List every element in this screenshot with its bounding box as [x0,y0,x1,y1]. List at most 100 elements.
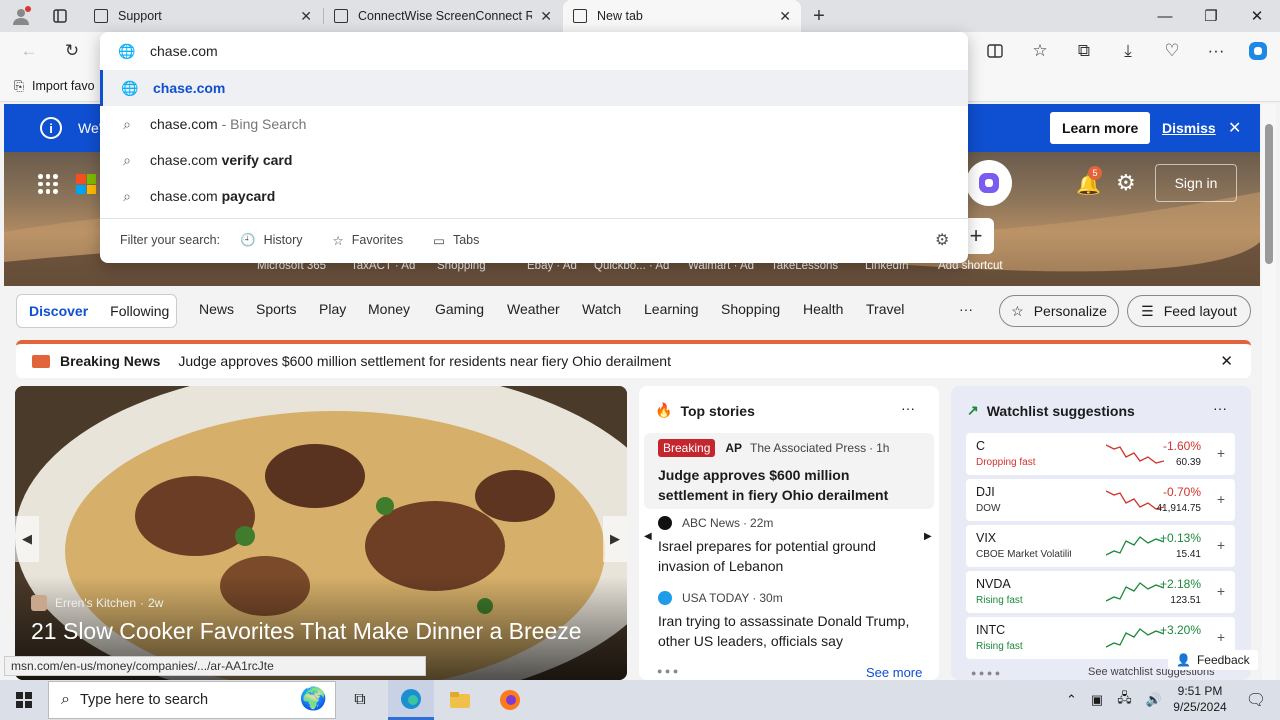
browser-essentials-button[interactable]: ♡ [1157,36,1187,66]
notification-center-button[interactable]: 🗨 [1236,680,1276,720]
search-settings-button[interactable]: ⚙ [935,230,949,250]
sign-in-button[interactable]: Sign in [1155,164,1237,202]
more-options-icon[interactable]: ··· [901,400,915,416]
close-window-button[interactable]: ✕ [1234,0,1280,32]
feed-layout-label: Feed layout [1163,303,1237,319]
favorites-button[interactable]: ☆ [1025,36,1055,66]
import-favorites-label: Import favo [32,79,95,93]
story-source: USA TODAY [682,591,750,605]
split-screen-button[interactable] [980,36,1010,66]
breaking-news-bar[interactable]: Breaking News Judge approves $600 millio… [16,340,1251,378]
learn-more-button[interactable]: Learn more [1050,112,1151,144]
close-icon[interactable]: ✕ [1220,352,1233,370]
page-icon [334,9,348,23]
copilot-button[interactable] [1243,36,1273,66]
close-banner-icon[interactable]: ✕ [1228,118,1241,138]
nav-gaming[interactable]: Gaming [435,301,484,317]
close-tab-icon[interactable]: ✕ [779,8,791,25]
split-screen-icon [987,44,1003,58]
tab-new-tab[interactable]: New tab ✕ [563,0,801,32]
profile-avatar[interactable] [10,5,32,27]
info-banner-text: We' [78,120,102,136]
main-story-card[interactable]: ◀ ▶ Erren's Kitchen · 2w 21 Slow Cooker … [15,386,627,680]
carousel-prev-button[interactable]: ◀ [15,516,39,562]
close-tab-icon[interactable]: ✕ [300,8,312,25]
story-item[interactable]: ABC News · 22m Israel prepares for potenti… [658,516,920,576]
device-icon[interactable]: ▣ [1091,692,1103,708]
watchlist-item[interactable]: NVDA Rising fast +2.18% 123.51 + [966,571,1235,613]
new-tab-button[interactable]: + [808,4,830,28]
app-launcher-icon[interactable] [38,174,58,194]
carousel-next-button[interactable]: ▶ [603,516,627,562]
refresh-button[interactable]: ↻ [57,36,87,66]
nav-more-button[interactable]: ··· [959,301,973,317]
see-more-link[interactable]: See more [866,665,922,680]
edge-taskbar-button[interactable] [388,680,434,720]
nav-money[interactable]: Money [368,301,410,317]
tab-connectwise[interactable]: ConnectWise ScreenConnect Re ✕ [324,0,562,32]
suggestion-verify-card[interactable]: ⌕ chase.com verify card [100,142,968,178]
nav-watch[interactable]: Watch [582,301,621,317]
back-button[interactable]: ← [14,36,44,66]
taskbar-search[interactable]: ⌕ Type here to search 🌍 [48,681,336,719]
tab-discover[interactable]: Discover [29,303,88,319]
nav-health[interactable]: Health [803,301,843,317]
suggestion-url[interactable]: 🌐 chase.com [100,70,968,106]
address-bar-input[interactable]: 🌐 chase.com [100,33,968,69]
tabs-icon: ▭ [433,233,445,248]
minimize-button[interactable]: — [1142,0,1188,32]
suggestion-paycard[interactable]: ⌕ chase.com paycard [100,178,968,214]
next-arrow-icon[interactable]: ▶ [924,531,932,542]
restore-button[interactable]: ❐ [1188,0,1234,32]
page-settings-button[interactable]: ⚙ [1116,170,1136,196]
personalize-button[interactable]: ☆ Personalize [999,295,1119,327]
watchlist-item[interactable]: DJI DOW -0.70% 41,914.75 + [966,479,1235,521]
add-to-watchlist-icon[interactable]: + [1217,629,1225,645]
import-favorites-button[interactable]: ⎘ Import favo [14,76,95,96]
watchlist-item[interactable]: C Dropping fast -1.60% 60.39 + [966,433,1235,475]
nav-sports[interactable]: Sports [256,301,296,317]
nav-travel[interactable]: Travel [866,301,904,317]
add-to-watchlist-icon[interactable]: + [1217,445,1225,461]
clock[interactable]: 9:51 PM 9/25/2024 [1160,683,1240,715]
add-to-watchlist-icon[interactable]: + [1217,491,1225,507]
start-button[interactable] [0,680,48,720]
network-icon[interactable]: 🖧 [1117,689,1132,711]
nav-shopping[interactable]: Shopping [721,301,780,317]
nav-learning[interactable]: Learning [644,301,699,317]
more-options-icon[interactable]: ··· [1213,400,1227,416]
collections-button[interactable]: ⧉ [1069,36,1099,66]
tab-following[interactable]: Following [110,303,169,319]
search-highlight-icon: 🌍 [299,686,327,711]
nav-play[interactable]: Play [319,301,346,317]
settings-menu-button[interactable]: ··· [1201,36,1231,66]
nav-news[interactable]: News [199,301,234,317]
suggestion-bing-search[interactable]: ⌕ chase.com - Bing Search [100,106,968,142]
sparkline-chart [1106,628,1164,648]
file-explorer-button[interactable] [438,680,482,720]
story-item[interactable]: USA TODAY · 30m Iran trying to assassinate… [658,591,920,651]
filter-history[interactable]: 🕘 History [240,233,302,248]
tab-actions-button[interactable] [50,6,70,26]
chevron-up-icon[interactable]: ⌃ [1066,692,1077,708]
nav-weather[interactable]: Weather [507,301,560,317]
copilot-shortcut[interactable] [966,160,1012,206]
add-to-watchlist-icon[interactable]: + [1217,537,1225,553]
task-view-button[interactable]: ⧉ [340,680,380,720]
feedback-button[interactable]: 👤 Feedback [1168,650,1258,670]
scrollbar-thumb[interactable] [1265,124,1273,264]
firefox-button[interactable] [488,680,532,720]
add-to-watchlist-icon[interactable]: + [1217,583,1225,599]
feed-layout-button[interactable]: ☰ Feed layout [1127,295,1251,327]
story-item[interactable]: Breaking AP The Associated Press · 1h Ju… [644,433,934,509]
filter-favorites[interactable]: ☆ Favorites [333,233,404,248]
close-tab-icon[interactable]: ✕ [540,8,552,25]
page-scrollbar[interactable] [1262,104,1276,680]
filter-tabs[interactable]: ▭ Tabs [433,233,479,248]
prev-arrow-icon[interactable]: ◀ [644,531,652,542]
filter-favorites-label: Favorites [351,233,404,247]
downloads-button[interactable]: ⤓ [1113,36,1143,66]
watchlist-item[interactable]: VIX CBOE Market Volatility Ind... +0.13% 15… [966,525,1235,567]
dismiss-link[interactable]: Dismiss [1162,120,1216,136]
tab-support[interactable]: Support ✕ [84,0,322,32]
